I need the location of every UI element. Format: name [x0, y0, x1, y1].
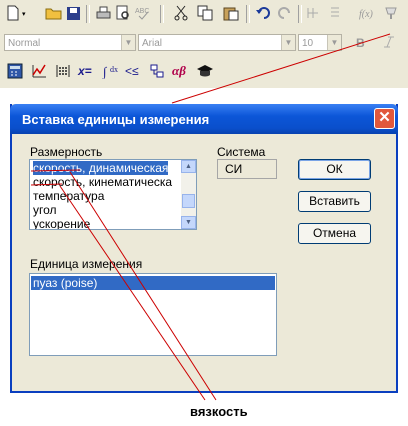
open-folder-icon[interactable] [44, 4, 62, 22]
graph-icon[interactable] [30, 62, 48, 80]
insert-button[interactable]: Вставить [298, 191, 371, 212]
calculator-icon[interactable] [6, 62, 24, 80]
print-preview-icon[interactable] [114, 4, 132, 22]
new-document-icon[interactable] [4, 4, 22, 22]
redo-icon [276, 4, 294, 22]
columns-icon [326, 4, 344, 22]
list-item[interactable]: скорость, динамическая [33, 161, 169, 175]
annotation-caption: вязкость [190, 404, 248, 419]
list-item[interactable]: температура [33, 189, 104, 203]
math-toolbar: x= ∫ dx <≤ αβ [0, 62, 408, 82]
italic-icon [380, 33, 398, 51]
cancel-button[interactable]: Отмена [298, 223, 371, 244]
unit-listbox[interactable]: пуаз (poise) [29, 273, 277, 356]
cut-icon[interactable] [172, 4, 190, 22]
chevron-down-icon: ▼ [327, 35, 341, 50]
scrollbar-thumb[interactable] [182, 194, 195, 208]
format-painter-icon [382, 4, 400, 22]
system-label: Система [217, 145, 266, 159]
calculus-icon[interactable]: ∫ dx [102, 62, 120, 80]
scroll-up-icon[interactable]: ▲ [181, 160, 196, 173]
spellcheck-icon: ABC [134, 4, 152, 22]
ok-button[interactable]: ОК [298, 159, 371, 180]
programming-icon[interactable] [148, 62, 166, 80]
system-field: СИ [217, 159, 277, 179]
svg-text:dx: dx [110, 65, 118, 74]
standard-toolbar: ▾ ABC f(x) [0, 4, 408, 26]
save-icon[interactable] [64, 4, 82, 22]
print-icon[interactable] [94, 4, 112, 22]
list-item[interactable]: пуаз (poise) [31, 276, 275, 290]
boolean-icon[interactable]: <≤ [124, 62, 142, 80]
list-item[interactable]: скорость, кинематическа [33, 175, 172, 189]
scroll-down-icon[interactable]: ▼ [181, 216, 196, 229]
style-combo-value: Normal [8, 38, 41, 49]
undo-icon[interactable] [254, 4, 272, 22]
symbolic-icon[interactable] [196, 62, 214, 80]
insert-table-icon [304, 4, 322, 22]
evaluate-icon[interactable]: x= [78, 64, 92, 78]
list-item[interactable]: угол [33, 203, 57, 217]
bold-button: B [356, 36, 365, 50]
formatting-toolbar: Normal ▼ Arial ▼ 10 ▼ B [0, 33, 408, 53]
size-combo: 10 ▼ [298, 34, 342, 51]
font-combo-value: Arial [142, 38, 163, 49]
paste-icon[interactable] [222, 4, 240, 22]
font-combo: Arial ▼ [138, 34, 296, 51]
svg-text:∫: ∫ [102, 64, 108, 79]
size-combo-value: 10 [302, 38, 314, 49]
chevron-down-icon: ▼ [121, 35, 135, 50]
list-item[interactable]: ускорение [33, 217, 90, 229]
greek-icon[interactable]: αβ [172, 63, 186, 79]
svg-text:<≤: <≤ [125, 64, 139, 78]
dimension-label: Размерность [30, 145, 103, 159]
copy-icon[interactable] [196, 4, 214, 22]
matrix-icon[interactable] [54, 62, 72, 80]
chevron-down-icon: ▼ [281, 35, 295, 50]
svg-text:f(x): f(x) [359, 9, 374, 20]
toolbar-area: ▾ ABC f(x) Normal ▼ Arial ▼ 10 ▼ B x= ∫ … [0, 0, 408, 88]
dialog-title: Вставка единицы измерения [22, 112, 210, 127]
new-dropdown-icon[interactable]: ▾ [22, 10, 26, 18]
close-icon[interactable]: ✕ [374, 108, 395, 129]
svg-text:ABC: ABC [135, 8, 149, 15]
dimension-listbox[interactable]: скорость, динамическая скорость, кинемат… [29, 159, 197, 230]
style-icon: f(x) [358, 4, 376, 22]
dimension-scrollbar[interactable]: ▲ ▼ [181, 160, 196, 229]
style-combo: Normal ▼ [4, 34, 136, 51]
unit-label: Единица измерения [30, 257, 143, 271]
